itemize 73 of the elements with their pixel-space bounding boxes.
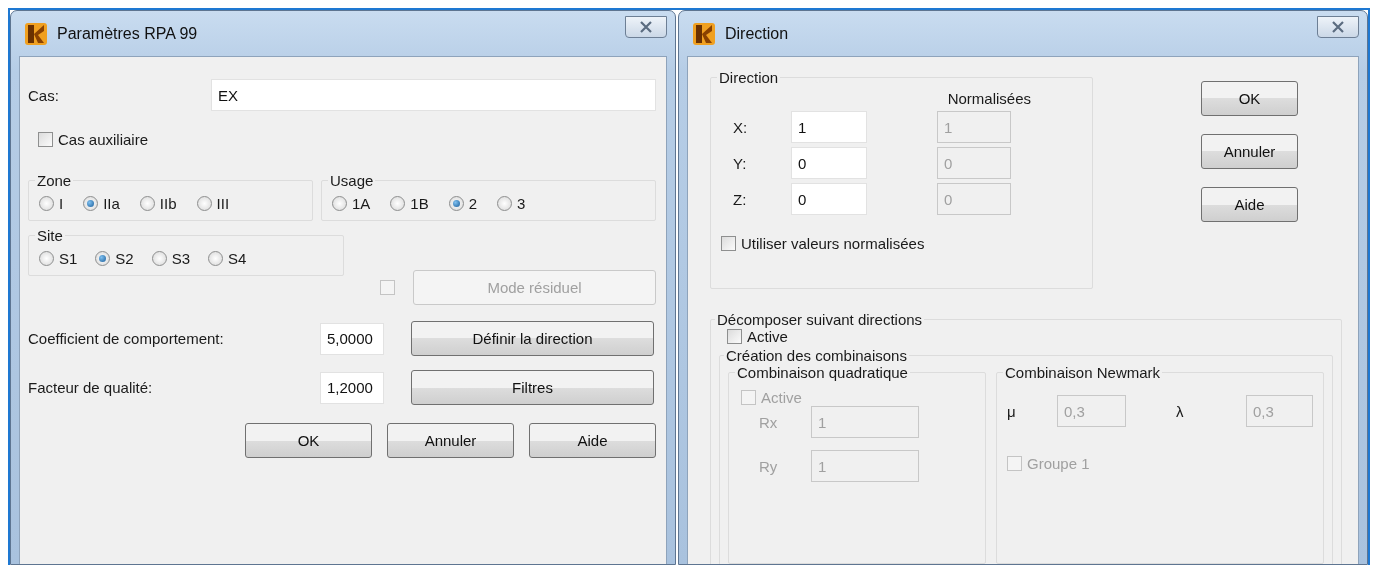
radio-button[interactable] — [39, 196, 54, 211]
checkbox-label: Active — [761, 389, 802, 406]
column-header: Normalisées — [947, 90, 1031, 107]
group-title: Site — [36, 227, 64, 244]
checkbox-label: Cas auxiliaire — [58, 131, 149, 148]
input-field[interactable]: 5,0000 — [320, 322, 384, 355]
radio-button[interactable] — [95, 251, 111, 266]
close-button[interactable] — [1317, 15, 1359, 38]
checkbox-label: Active — [747, 328, 788, 345]
radio-button[interactable] — [139, 196, 155, 211]
radio-label: IIa — [103, 195, 120, 212]
checkbox[interactable] — [727, 329, 742, 344]
mu-symbol: μ — [1007, 402, 1017, 420]
radio-button[interactable] — [448, 196, 464, 211]
group-title: Création des combinaisons — [725, 347, 908, 364]
radio-button[interactable] — [39, 251, 54, 266]
input-field[interactable]: 0 — [791, 183, 867, 215]
checkbox[interactable] — [38, 132, 53, 147]
close-icon — [1331, 20, 1345, 33]
field-label: Cas: — [28, 86, 60, 104]
input-field[interactable]: EX — [211, 79, 656, 111]
axis-label: Y: — [732, 154, 748, 172]
input-field[interactable]: 1 — [791, 111, 867, 143]
radio-button[interactable] — [83, 196, 99, 211]
axis-label: Z: — [732, 190, 748, 208]
radio-label: III — [216, 195, 230, 212]
action-button[interactable]: Définir la direction — [411, 321, 654, 356]
radio-label: S2 — [115, 250, 134, 267]
radio-label: IIb — [159, 195, 177, 212]
dialog-button[interactable]: OK — [245, 423, 372, 458]
checkbox[interactable] — [721, 236, 736, 251]
group-title: Décomposer suivant directions — [716, 311, 924, 328]
close-button[interactable] — [625, 15, 667, 38]
lambda-symbol: λ — [1176, 402, 1185, 420]
dialog-button[interactable]: Annuler — [387, 423, 514, 458]
radio-label: 2 — [468, 195, 478, 212]
window-title: Paramètres RPA 99 — [57, 24, 198, 43]
radio-button[interactable] — [196, 196, 212, 211]
group-title: Combinaison Newmark — [1004, 364, 1162, 381]
radio-label: I — [59, 195, 64, 212]
radio-button[interactable] — [151, 251, 167, 266]
input-field[interactable]: 1,2000 — [320, 371, 384, 404]
close-icon — [639, 20, 653, 33]
input-field[interactable]: 0 — [791, 147, 867, 179]
dialog-button[interactable]: Aide — [529, 423, 656, 458]
action-button[interactable]: Filtres — [411, 370, 654, 405]
group-title: Usage — [329, 172, 375, 189]
app-icon — [25, 22, 47, 45]
radio-label: 1B — [410, 195, 429, 212]
radio-button[interactable] — [390, 196, 406, 211]
radio-label: S1 — [59, 250, 78, 267]
field-label: Coefficient de comportement: — [28, 330, 225, 347]
field-label: Ry — [758, 457, 779, 475]
radio-button[interactable] — [497, 196, 513, 211]
radio-button[interactable] — [208, 251, 224, 266]
dialog-button[interactable]: Annuler — [1201, 134, 1298, 169]
dialog-button[interactable]: OK — [1201, 81, 1298, 116]
group-title: Combinaison quadratique — [736, 364, 909, 381]
group-title: Direction — [718, 69, 780, 86]
axis-label: X: — [732, 118, 749, 136]
radio-label: S3 — [171, 250, 191, 267]
radio-label: S4 — [228, 250, 247, 267]
checkbox-label: Groupe 1 — [1027, 455, 1090, 472]
field-label: Rx — [758, 413, 779, 431]
radio-label: 3 — [517, 195, 526, 212]
field-label: Facteur de qualité: — [28, 379, 154, 396]
group-title: Zone — [36, 172, 73, 189]
radio-label: 1A — [352, 195, 371, 212]
radio-button[interactable] — [332, 196, 347, 211]
app-icon — [693, 22, 715, 45]
checkbox-label: Utiliser valeurs normalisées — [741, 235, 925, 252]
window-title: Direction — [725, 24, 789, 43]
dialog-button[interactable]: Aide — [1201, 187, 1298, 222]
